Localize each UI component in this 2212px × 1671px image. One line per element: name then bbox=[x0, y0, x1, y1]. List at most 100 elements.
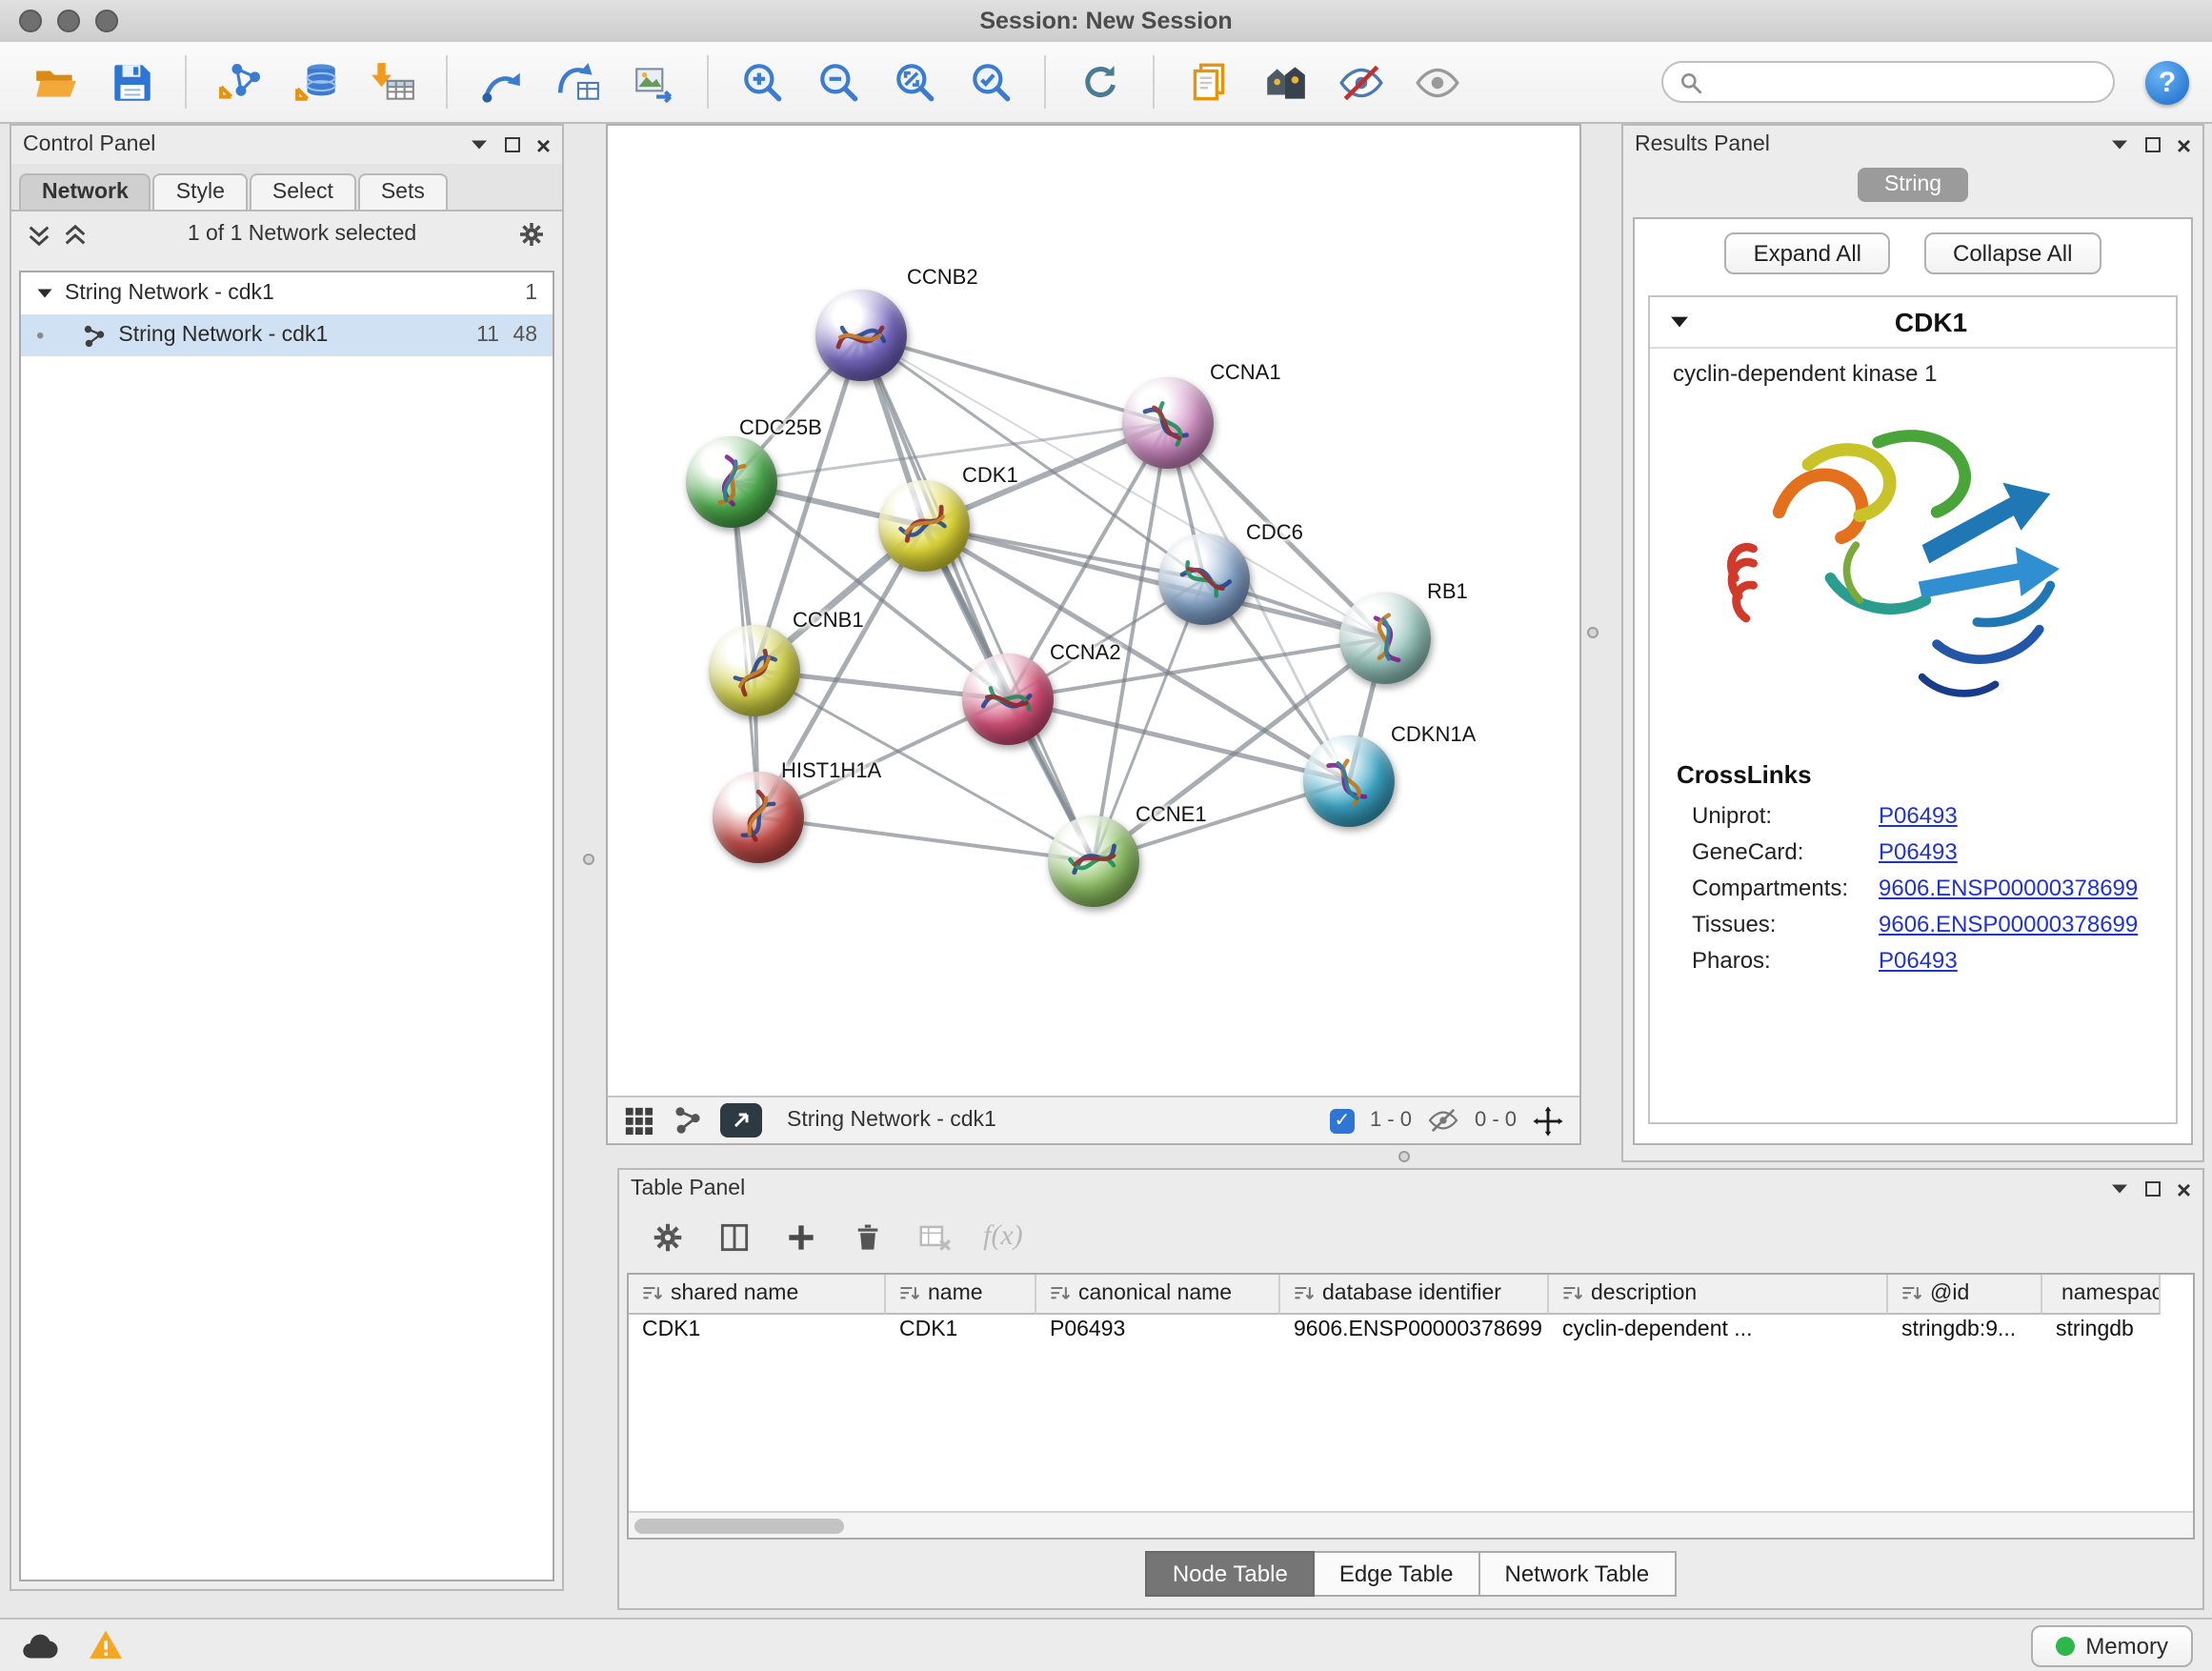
crosslink-value-link[interactable]: P06493 bbox=[1879, 946, 1958, 973]
table-cell: 9606.ENSP00000378699 bbox=[1280, 1315, 1549, 1355]
add-column-icon[interactable] bbox=[783, 1218, 819, 1255]
network-node-CDKN1A[interactable] bbox=[1303, 735, 1395, 827]
tab-sets[interactable]: Sets bbox=[358, 173, 448, 210]
crosslink-value-link[interactable]: P06493 bbox=[1879, 801, 1958, 828]
function-builder-icon[interactable]: f(x) bbox=[983, 1220, 1023, 1253]
export-image-icon[interactable] bbox=[621, 51, 686, 112]
refresh-layout-icon[interactable] bbox=[1067, 51, 1132, 112]
show-graphics-icon[interactable] bbox=[1404, 51, 1469, 112]
close-panel-icon[interactable]: × bbox=[2177, 1177, 2191, 1201]
home-icon[interactable] bbox=[1252, 51, 1317, 112]
network-node-CDC25B[interactable] bbox=[686, 436, 777, 528]
hidden-items-eye-icon[interactable] bbox=[1427, 1107, 1459, 1134]
protein-structure-thumbnail bbox=[1048, 815, 1139, 907]
network-node-CCNB1[interactable] bbox=[709, 625, 800, 716]
grid-view-icon[interactable] bbox=[623, 1104, 655, 1137]
table-row[interactable]: CDK1CDK1P064939606.ENSP00000378699cyclin… bbox=[629, 1315, 2193, 1355]
network-edge-HIST1H1A-CCNE1[interactable] bbox=[758, 817, 1094, 861]
network-canvas[interactable]: CCNB2CCNA1CDC25BCDK1CDC6RB1CCNB1CCNA2CDK… bbox=[608, 126, 1579, 1096]
collapse-all-icon[interactable] bbox=[27, 222, 51, 247]
selected-items-checkbox[interactable]: ✓ bbox=[1330, 1108, 1355, 1133]
panel-menu-chevron-icon[interactable] bbox=[2110, 1181, 2131, 1197]
column-header-name[interactable]: name bbox=[886, 1275, 1036, 1315]
float-panel-icon[interactable] bbox=[2146, 1181, 2162, 1197]
float-panel-icon[interactable] bbox=[506, 137, 521, 152]
expand-all-tree-icon[interactable] bbox=[63, 222, 88, 247]
network-node-CCNB2[interactable] bbox=[815, 290, 907, 381]
close-panel-icon[interactable]: × bbox=[2177, 132, 2191, 157]
tree-expander-icon[interactable] bbox=[36, 286, 53, 301]
column-sort-icon bbox=[1560, 1282, 1583, 1305]
network-from-table-icon[interactable] bbox=[545, 51, 610, 112]
network-collection-row[interactable]: String Network - cdk1 1 bbox=[21, 272, 553, 314]
panel-menu-chevron-icon[interactable] bbox=[470, 137, 491, 152]
open-file-icon[interactable] bbox=[23, 51, 88, 112]
zoom-out-icon[interactable] bbox=[806, 51, 871, 112]
float-panel-icon[interactable] bbox=[2146, 137, 2162, 152]
network-node-CDK1[interactable] bbox=[878, 480, 970, 572]
gear-icon[interactable] bbox=[516, 219, 547, 250]
network-node-RB1[interactable] bbox=[1339, 593, 1431, 684]
import-table-icon[interactable] bbox=[360, 51, 425, 112]
zoom-selected-icon[interactable] bbox=[958, 51, 1023, 112]
scrollbar-thumb[interactable] bbox=[634, 1518, 844, 1533]
table-settings-gear-icon[interactable] bbox=[650, 1218, 686, 1255]
expand-all-button[interactable]: Expand All bbox=[1725, 232, 1890, 274]
toolbar-separator bbox=[1153, 55, 1155, 109]
splitter-handle[interactable] bbox=[583, 854, 594, 865]
network-node-label-CCNE1: CCNE1 bbox=[1136, 804, 1207, 827]
tab-style[interactable]: Style bbox=[153, 173, 248, 210]
import-network-database-icon[interactable] bbox=[284, 51, 349, 112]
tab-edge-table[interactable]: Edge Table bbox=[1315, 1551, 1480, 1597]
collapse-all-button[interactable]: Collapse All bbox=[1924, 232, 2101, 274]
column-header-description[interactable]: description bbox=[1549, 1275, 1888, 1315]
help-icon[interactable]: ? bbox=[2145, 60, 2189, 104]
search-input[interactable] bbox=[1713, 69, 2098, 95]
delete-column-icon[interactable] bbox=[850, 1218, 886, 1255]
splitter-handle[interactable] bbox=[1587, 627, 1599, 638]
close-panel-icon[interactable]: × bbox=[536, 132, 551, 157]
panel-menu-chevron-icon[interactable] bbox=[2110, 137, 2131, 152]
tab-network[interactable]: Network bbox=[19, 173, 151, 210]
column-header-namespace[interactable]: namespace bbox=[2042, 1275, 2161, 1315]
column-header-shared-name[interactable]: shared name bbox=[629, 1275, 886, 1315]
new-network-icon[interactable] bbox=[469, 51, 533, 112]
cloud-icon[interactable] bbox=[19, 1630, 61, 1661]
detach-view-button[interactable] bbox=[720, 1103, 762, 1137]
crosslink-value-link[interactable]: 9606.ENSP00000378699 bbox=[1879, 910, 2138, 936]
show-columns-icon[interactable] bbox=[716, 1218, 753, 1255]
save-icon[interactable] bbox=[99, 51, 164, 112]
column-header-database-identifier[interactable]: database identifier bbox=[1280, 1275, 1549, 1315]
delete-table-icon[interactable] bbox=[916, 1218, 953, 1255]
network-node-CCNA1[interactable] bbox=[1122, 377, 1214, 469]
fit-content-icon[interactable] bbox=[1532, 1104, 1564, 1137]
tab-node-table[interactable]: Node Table bbox=[1146, 1551, 1315, 1597]
current-network-bullet: • bbox=[36, 322, 44, 349]
network-edge-CCNB2-CCNE1[interactable] bbox=[861, 335, 1094, 861]
annotation-icon[interactable] bbox=[1176, 51, 1240, 112]
network-node-CDC6[interactable] bbox=[1158, 534, 1250, 625]
search-field[interactable] bbox=[1661, 61, 2115, 103]
tab-select[interactable]: Select bbox=[250, 173, 356, 210]
network-row[interactable]: • String Network - cdk1 11 48 bbox=[21, 314, 553, 356]
column-header--id[interactable]: @id bbox=[1888, 1275, 2042, 1315]
zoom-in-icon[interactable] bbox=[730, 51, 794, 112]
hide-graphics-icon[interactable] bbox=[1328, 51, 1393, 112]
collapse-section-icon[interactable] bbox=[1669, 314, 1690, 330]
import-network-file-icon[interactable] bbox=[208, 51, 272, 112]
warning-icon[interactable] bbox=[88, 1629, 124, 1661]
crosslink-value-link[interactable]: P06493 bbox=[1879, 837, 1958, 864]
column-header-canonical-name[interactable]: canonical name bbox=[1036, 1275, 1280, 1315]
zoom-fit-icon[interactable] bbox=[882, 51, 947, 112]
table-horizontal-scrollbar[interactable] bbox=[629, 1511, 2193, 1538]
network-node-CCNE1[interactable] bbox=[1048, 815, 1139, 907]
network-node-CCNA2[interactable] bbox=[962, 654, 1054, 745]
tab-string[interactable]: String bbox=[1858, 168, 1968, 202]
network-node-HIST1H1A[interactable] bbox=[713, 772, 804, 863]
crosslink-row: Pharos:P06493 bbox=[1650, 941, 2176, 977]
crosslink-value-link[interactable]: 9606.ENSP00000378699 bbox=[1879, 874, 2138, 900]
memory-button[interactable]: Memory bbox=[2030, 1624, 2193, 1666]
splitter-handle[interactable] bbox=[1398, 1151, 1410, 1162]
network-view-share-icon[interactable] bbox=[673, 1105, 703, 1136]
tab-network-table[interactable]: Network Table bbox=[1480, 1551, 1677, 1597]
